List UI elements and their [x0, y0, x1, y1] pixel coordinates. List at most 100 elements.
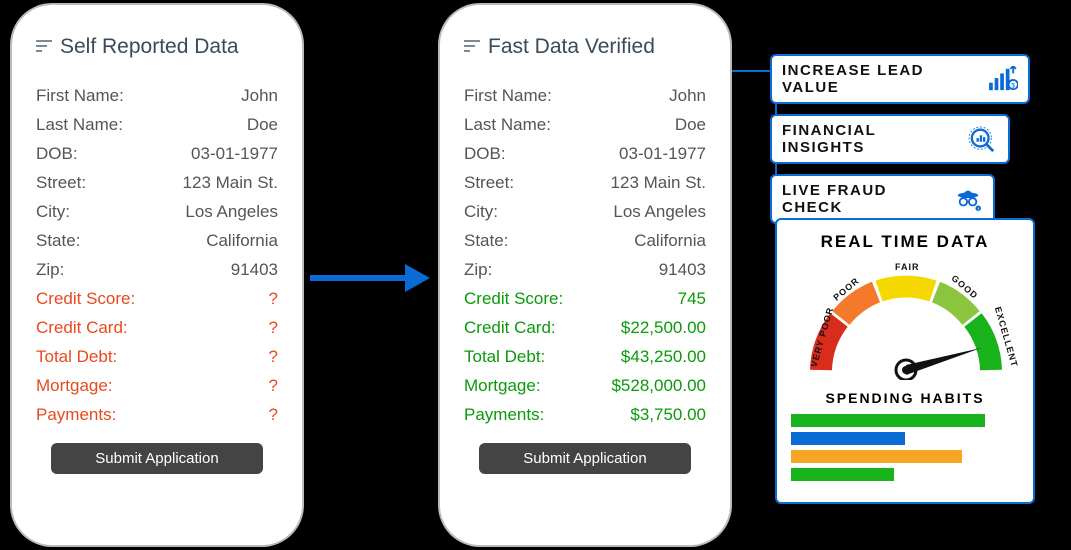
- field-label: Zip:: [36, 260, 64, 280]
- spending-bar: [791, 414, 985, 427]
- field-label: Total Debt:: [36, 347, 117, 367]
- callout-financial-insights: FINANCIAL INSIGHTS: [770, 114, 1010, 164]
- field-label: City:: [464, 202, 498, 222]
- field-value: $3,750.00: [630, 405, 706, 425]
- spending-bar: [791, 450, 962, 463]
- callout-column: INCREASE LEAD VALUE $ FINANCIAL INSIGHTS…: [770, 54, 1030, 234]
- data-row: State: California: [464, 226, 706, 255]
- magnify-chart-icon: [968, 126, 998, 152]
- field-label: Mortgage:: [464, 376, 541, 396]
- field-label: Last Name:: [36, 115, 123, 135]
- data-row: DOB: 03-01-1977: [36, 139, 278, 168]
- phone-verified: Fast Data Verified First Name: John Last N…: [440, 5, 730, 545]
- data-row: Street: 123 Main St.: [464, 168, 706, 197]
- field-label: City:: [36, 202, 70, 222]
- data-row: Total Debt:?: [36, 342, 278, 371]
- field-label: Mortgage:: [36, 376, 113, 396]
- callout-live-fraud-check: LIVE FRAUD CHECK !: [770, 174, 995, 224]
- data-row: Payments: $3,750.00: [464, 400, 706, 429]
- callout-label: LIVE FRAUD CHECK: [782, 182, 943, 216]
- svg-text:$: $: [1011, 82, 1015, 89]
- data-row: First Name: John: [36, 81, 278, 110]
- field-value: ?: [269, 405, 278, 425]
- field-value: John: [241, 86, 278, 106]
- field-label: Credit Score:: [36, 289, 135, 309]
- field-value: ?: [269, 289, 278, 309]
- rtd-title: REAL TIME DATA: [791, 232, 1019, 252]
- field-value: 91403: [231, 260, 278, 280]
- field-value: $528,000.00: [611, 376, 706, 396]
- field-value: Doe: [675, 115, 706, 135]
- field-value: California: [206, 231, 278, 251]
- field-value: 03-01-1977: [619, 144, 706, 164]
- submit-button[interactable]: Submit Application: [51, 443, 264, 474]
- data-row: City: Los Angeles: [464, 197, 706, 226]
- field-value: 91403: [659, 260, 706, 280]
- data-row: Credit Score:?: [36, 284, 278, 313]
- spending-habits-chart: [791, 414, 1019, 481]
- field-label: Street:: [464, 173, 514, 193]
- field-label: Zip:: [464, 260, 492, 280]
- field-value: ?: [269, 318, 278, 338]
- callout-label: FINANCIAL INSIGHTS: [782, 122, 958, 156]
- field-value: Doe: [247, 115, 278, 135]
- spending-habits-title: SPENDING HABITS: [791, 390, 1019, 406]
- data-row: State: California: [36, 226, 278, 255]
- field-value: $22,500.00: [621, 318, 706, 338]
- field-label: First Name:: [464, 86, 552, 106]
- real-time-data-card: REAL TIME DATA VERY POOR POOR FAIR GOOD …: [775, 218, 1035, 504]
- spending-bar: [791, 468, 894, 481]
- field-label: DOB:: [464, 144, 506, 164]
- field-label: State:: [36, 231, 80, 251]
- callout-label: INCREASE LEAD VALUE: [782, 62, 978, 96]
- phone-title: Fast Data Verified: [488, 35, 655, 59]
- bars-up-icon: $: [988, 66, 1018, 92]
- data-row: Total Debt: $43,250.00: [464, 342, 706, 371]
- phone-title: Self Reported Data: [60, 35, 239, 59]
- data-row: Payments:?: [36, 400, 278, 429]
- flow-arrow-icon: [310, 258, 430, 298]
- field-value: 123 Main St.: [611, 173, 706, 193]
- data-row: Mortgage: $528,000.00: [464, 371, 706, 400]
- submit-button[interactable]: Submit Application: [479, 443, 692, 474]
- data-row: First Name: John: [464, 81, 706, 110]
- data-row: Credit Score: 745: [464, 284, 706, 313]
- field-value: 123 Main St.: [183, 173, 278, 193]
- field-label: Last Name:: [464, 115, 551, 135]
- field-value: California: [634, 231, 706, 251]
- field-value: 03-01-1977: [191, 144, 278, 164]
- phone2-fields: First Name: John Last Name: Doe DOB: 03-01-19…: [464, 81, 706, 429]
- field-value: ?: [269, 376, 278, 396]
- field-label: Credit Card:: [464, 318, 556, 338]
- field-label: Credit Score:: [464, 289, 563, 309]
- field-label: First Name:: [36, 86, 124, 106]
- data-row: Last Name: Doe: [464, 110, 706, 139]
- field-value: $43,250.00: [621, 347, 706, 367]
- spending-bar: [791, 432, 905, 445]
- spy-icon: !: [953, 186, 983, 212]
- field-value: 745: [678, 289, 706, 309]
- data-row: Credit Card: $22,500.00: [464, 313, 706, 342]
- field-label: Street:: [36, 173, 86, 193]
- credit-gauge: VERY POOR POOR FAIR GOOD EXCELLENT: [791, 260, 1021, 380]
- phone1-fields: First Name: John Last Name: Doe DOB: 03-01-19…: [36, 81, 278, 429]
- sort-icon: [464, 40, 480, 54]
- field-value: ?: [269, 347, 278, 367]
- data-row: Zip: 91403: [464, 255, 706, 284]
- data-row: Street: 123 Main St.: [36, 168, 278, 197]
- field-value: Los Angeles: [613, 202, 706, 222]
- connector: [732, 70, 770, 72]
- phone-self-reported: Self Reported Data First Name: John Last N…: [12, 5, 302, 545]
- callout-increase-lead-value: INCREASE LEAD VALUE $: [770, 54, 1030, 104]
- field-value: John: [669, 86, 706, 106]
- data-row: Mortgage:?: [36, 371, 278, 400]
- field-label: Credit Card:: [36, 318, 128, 338]
- data-row: City:Los Angeles: [36, 197, 278, 226]
- field-label: Payments:: [464, 405, 544, 425]
- field-label: State:: [464, 231, 508, 251]
- field-label: DOB:: [36, 144, 78, 164]
- gauge-label: FAIR: [895, 262, 920, 272]
- phone-header: Self Reported Data: [36, 35, 278, 59]
- field-label: Total Debt:: [464, 347, 545, 367]
- sort-icon: [36, 40, 52, 54]
